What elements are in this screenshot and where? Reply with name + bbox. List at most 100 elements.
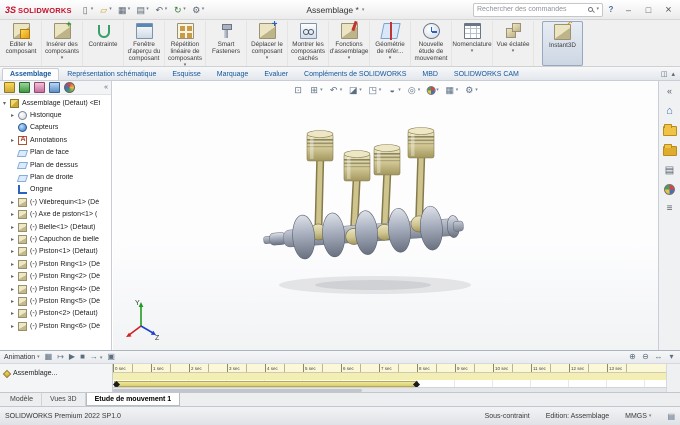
ribbon-button[interactable]: Nouvelle étude de mouvement [411,21,452,66]
timeline-zoom-in-icon[interactable] [628,352,637,362]
timeline-control[interactable] [107,352,115,362]
tree-item[interactable]: Assemblage (Défaut) <Et [0,97,111,109]
expand-arrow-icon[interactable] [3,100,10,107]
ribbon-button[interactable]: Géométrie de référ... [370,21,411,66]
collapse-pane-icon[interactable] [663,84,677,97]
hud-button[interactable] [463,84,479,96]
caret-down-icon[interactable] [398,87,401,93]
tree-item[interactable]: Plan de dessus [0,159,111,171]
tree-item[interactable]: Plan de face [0,147,111,159]
search-input[interactable] [477,6,586,13]
tree-item[interactable]: (-) Piston<2> (Défaut) [0,308,111,320]
expand-arrow-icon[interactable] [11,137,18,144]
caret-down-icon[interactable] [436,87,439,93]
expand-arrow-icon[interactable] [11,199,18,206]
expand-arrow-icon[interactable] [11,186,18,193]
open-document-button[interactable] [96,2,114,18]
expand-arrow-icon[interactable] [11,261,18,268]
ribbon-button[interactable]: Fenêtre d'aperçu du composant [124,21,165,66]
expand-arrow-icon[interactable] [11,323,18,330]
tree-item[interactable]: (-) Piston Ring<2> (Dé [0,270,111,282]
tree-item[interactable]: (-) Capuchon de bielle [0,233,111,245]
tree-item[interactable]: Annotations [0,134,111,146]
displaymanager-tab[interactable] [63,82,76,94]
status-sheet-icon[interactable] [667,412,675,421]
expand-arrow-icon[interactable] [11,286,18,293]
caret-down-icon[interactable] [596,7,599,12]
expand-arrow-icon[interactable] [11,124,18,131]
hud-button[interactable] [328,84,344,96]
expand-arrow-icon[interactable] [11,310,18,317]
design-library-icon[interactable] [663,124,677,137]
caret-down-icon[interactable] [61,56,64,62]
ribbon-button[interactable]: Répétition linéaire de composants [165,21,206,66]
collapse-panel-icon[interactable] [104,84,108,91]
ribbon-button[interactable]: Nomenclature [452,21,493,66]
timeline-fit-icon[interactable] [654,352,663,362]
command-search-box[interactable] [473,2,603,17]
caret-down-icon[interactable] [184,63,187,66]
tree-item[interactable]: Origine [0,184,111,196]
hud-button[interactable] [425,85,440,96]
timeline-zoom-out-icon[interactable] [641,352,650,362]
collapse-ribbon-icon[interactable] [671,70,675,78]
caret-down-icon[interactable] [359,87,362,93]
options-button[interactable] [189,2,207,18]
propertymanager-tab[interactable] [18,82,31,94]
ribbon-button[interactable]: Montrer les composants cachés [288,21,329,66]
hud-button[interactable] [347,84,363,96]
timeline-control[interactable] [90,352,102,362]
document-tab[interactable]: Vues 3D [42,393,86,406]
tree-item[interactable]: Plan de droite [0,171,111,183]
study-type-dropdown[interactable]: Animation [4,354,40,361]
help-button[interactable]: ? [604,5,618,14]
configurationmanager-tab[interactable] [33,82,46,94]
expand-arrow-icon[interactable] [11,224,18,231]
appearances-scenes-icon[interactable] [664,184,675,195]
tree-item[interactable]: (-) Piston Ring<4> (Dé [0,283,111,295]
engine-assembly-model[interactable] [263,125,495,303]
hud-button[interactable] [292,84,304,96]
tree-item[interactable]: (-) Bielle<1> (Défaut) [0,221,111,233]
timeline-ruler[interactable]: 0 sec 1 sec 2 sec 3 sec 4 sec 5 sec 6 sec 7 sec… [113,364,666,373]
ribbon-tab[interactable]: Représentation schématique [59,68,164,81]
collapse-motionmanager-icon[interactable] [667,352,676,362]
caret-down-icon[interactable] [471,49,474,55]
tree-item[interactable]: (-) Piston<1> (Défaut) [0,246,111,258]
minimize-button[interactable] [619,1,638,19]
featuremanager-tab[interactable] [3,82,16,94]
ribbon-tab[interactable]: Compléments de SOLIDWORKS [296,68,414,81]
expand-arrow-icon[interactable] [11,211,18,218]
timeline-control[interactable] [45,352,53,362]
tree-item[interactable]: (-) Piston Ring<5> (Dé [0,295,111,307]
ribbon-tab[interactable]: Assemblage [2,67,60,80]
ribbon-button[interactable]: Fonctions d'assemblage [329,21,370,66]
ribbon-tab[interactable]: Esquisse [164,68,208,81]
ribbon-button[interactable]: Vue éclatée [493,21,534,66]
ribbon-button[interactable]: Insérer des composants [42,21,83,66]
ribbon-tab[interactable]: SOLIDWORKS CAM [446,68,527,81]
ribbon-button[interactable]: Instant3D [542,21,583,66]
hud-button[interactable] [406,84,422,96]
ribbon-tab[interactable]: Evaluer [256,68,296,81]
caret-down-icon[interactable] [389,56,392,62]
caret-down-icon[interactable] [348,56,351,62]
home-icon[interactable] [663,104,677,117]
tree-item[interactable]: (-) Piston Ring<6> (Dé [0,320,111,332]
custom-properties-icon[interactable] [663,202,677,215]
ribbon-button[interactable]: Contrainte [83,21,124,66]
view-palette-icon[interactable] [663,164,677,177]
tree-item[interactable]: Historique [0,109,111,121]
timeline-control[interactable] [80,352,85,362]
timeline-track[interactable] [113,373,666,388]
ribbon-tab[interactable]: Marquage [209,68,257,81]
caret-down-icon[interactable] [362,8,365,13]
document-tab[interactable]: Etude de mouvement 1 [85,393,181,406]
ribbon-button[interactable]: Déplacer le composant [247,21,288,66]
caret-down-icon[interactable] [418,87,421,93]
tree-item[interactable]: Capteurs [0,122,111,134]
rebuild-button[interactable] [170,2,188,18]
ribbon-button[interactable]: Editer le composant [1,21,42,66]
expand-arrow-icon[interactable] [11,298,18,305]
file-explorer-icon[interactable] [663,144,677,157]
